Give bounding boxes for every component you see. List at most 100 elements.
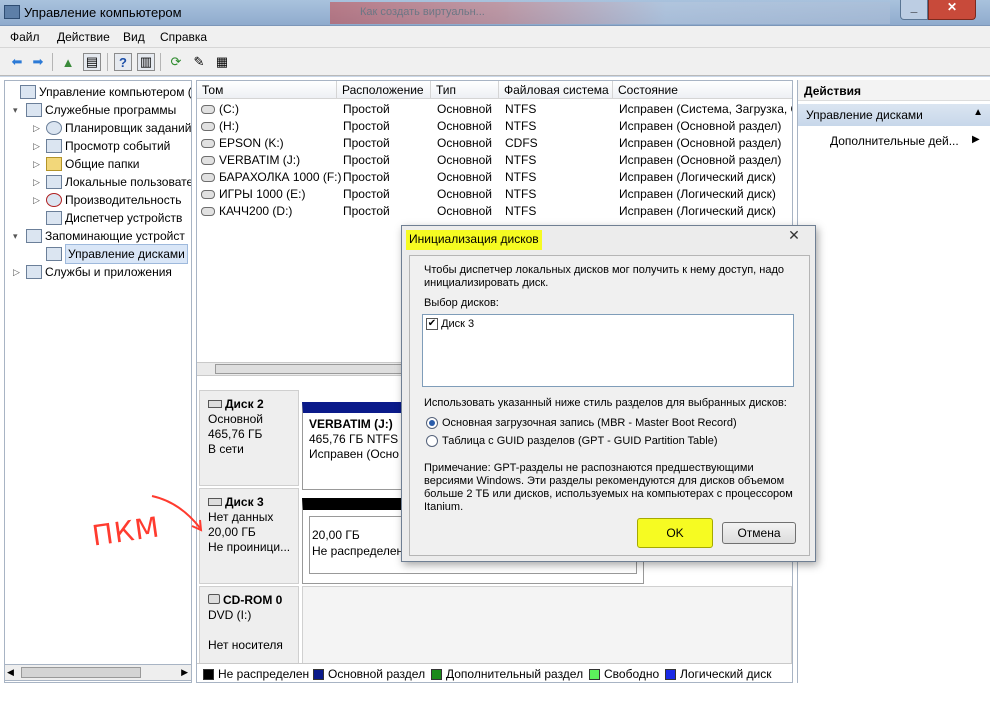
collapse-icon[interactable]: ▲: [973, 107, 983, 118]
ok-button[interactable]: OK: [637, 518, 713, 548]
drive-icon: [201, 190, 215, 199]
more-actions-item[interactable]: Дополнительные дей... ▶: [830, 134, 980, 148]
tree-horizontal-scrollbar[interactable]: ◀ ▶: [4, 664, 192, 681]
forward-arrow-icon[interactable]: ➡: [29, 53, 47, 71]
cdrom-area[interactable]: [302, 586, 792, 664]
refresh-icon[interactable]: ⟳: [167, 53, 185, 71]
tree-item-device-manager[interactable]: Диспетчер устройств: [33, 209, 182, 227]
disk-selection-list[interactable]: ✔ Диск 3: [422, 314, 794, 387]
volume-list-header: Том Расположение Тип Файловая система Со…: [197, 81, 792, 99]
export-icon[interactable]: ▦: [213, 53, 231, 71]
tree-item-performance[interactable]: ▷ Производительность: [33, 191, 181, 209]
volume-row[interactable]: КАЧЧ200 (D:) Простой Основной NTFS Испра…: [197, 203, 792, 220]
collapsed-icon[interactable]: ▷: [33, 173, 43, 191]
console-tree: Управление компьютером (л ▾ Служебные про…: [4, 80, 192, 683]
actions-group-disk-management[interactable]: Управление дисками ▲: [798, 104, 990, 126]
legend: Не распределен Основной раздел Дополните…: [197, 663, 792, 682]
clock-icon: [46, 121, 62, 135]
services-icon: [26, 265, 42, 279]
scroll-thumb[interactable]: [215, 364, 415, 374]
disk-3-header[interactable]: Диск 3 Нет данных 20,00 ГБ Не проиници..…: [199, 488, 299, 584]
disk-3-list-item[interactable]: ✔ Диск 3: [426, 318, 474, 331]
dialog-note: Примечание: GPT-разделы не распознаются …: [424, 462, 793, 513]
close-button[interactable]: ✕: [928, 0, 976, 20]
volume-row[interactable]: ИГРЫ 1000 (E:) Простой Основной NTFS Исп…: [197, 186, 792, 203]
tree-item-computer-management[interactable]: Управление компьютером (л: [7, 83, 191, 101]
volume-row[interactable]: VERBATIM (J:) Простой Основной NTFS Испр…: [197, 152, 792, 169]
col-filesystem[interactable]: Файловая система: [499, 81, 613, 99]
close-icon[interactable]: ✕: [779, 227, 809, 245]
col-status[interactable]: Состояние: [613, 81, 792, 99]
toolbar: ⬅ ➡ ▲ ▤ ? ▥ ⟳ ✎ ▦: [0, 48, 990, 76]
volume-row[interactable]: БАРАХОЛКА 1000 (F:) Простой Основной NTF…: [197, 169, 792, 186]
tree-item-local-users[interactable]: ▷ Локальные пользовате: [33, 173, 191, 191]
computer-icon: [20, 85, 36, 99]
tree-item-task-scheduler[interactable]: ▷ Планировщик заданий: [33, 119, 191, 137]
dialog-title: Инициализация дисков: [406, 230, 542, 250]
menu-bar: Файл Действие Вид Справка: [0, 26, 990, 48]
volume-row[interactable]: (H:) Простой Основной NTFS Исправен (Осн…: [197, 118, 792, 135]
tree-item-event-viewer[interactable]: ▷ Просмотр событий: [33, 137, 170, 155]
collapsed-icon[interactable]: ▷: [33, 191, 43, 209]
drive-icon: [201, 156, 215, 165]
drive-icon: [201, 105, 215, 114]
mbr-radio[interactable]: Основная загрузочная запись (MBR - Maste…: [426, 417, 737, 429]
menu-help[interactable]: Справка: [160, 30, 207, 44]
cdrom-header[interactable]: CD-ROM 0 DVD (I:) Нет носителя: [199, 586, 299, 664]
disk-2-header[interactable]: Диск 2 Основной 465,76 ГБ В сети: [199, 390, 299, 486]
collapsed-icon[interactable]: ▷: [33, 119, 43, 137]
col-volume[interactable]: Том: [197, 81, 337, 99]
window-titlebar: Управление компьютером Как создать вирту…: [0, 0, 990, 26]
computer-management-icon: [4, 5, 20, 19]
collapsed-icon[interactable]: ▷: [33, 155, 43, 173]
tree-item-shared-folders[interactable]: ▷ Общие папки: [33, 155, 139, 173]
menu-view[interactable]: Вид: [123, 30, 145, 44]
drive-icon: [201, 207, 215, 216]
initialize-disk-dialog: Инициализация дисков ✕ Чтобы диспетчер л…: [401, 225, 816, 562]
verbatim-partition[interactable]: VERBATIM (J:) 465,76 ГБ NTFS Исправен (О…: [302, 402, 406, 490]
properties-icon[interactable]: ✎: [190, 53, 208, 71]
legend-extended: Дополнительный раздел: [431, 667, 583, 681]
gpt-radio[interactable]: Таблица с GUID разделов (GPT - GUID Part…: [426, 435, 718, 447]
tools-icon: [26, 103, 42, 117]
tree-item-services-apps[interactable]: ▷ Службы и приложения: [13, 263, 172, 281]
actions-header: Действия: [798, 80, 990, 101]
cancel-button[interactable]: Отмена: [722, 522, 796, 544]
collapsed-icon[interactable]: ▷: [33, 137, 43, 155]
radio-selected-icon[interactable]: [426, 417, 438, 429]
disk-3-checkbox[interactable]: ✔: [426, 318, 438, 331]
tree-item-disk-management[interactable]: Управление дисками: [33, 244, 188, 264]
device-manager-icon: [46, 211, 62, 225]
scroll-thumb[interactable]: [21, 667, 141, 678]
show-hide-tree-icon[interactable]: ▤: [83, 53, 101, 71]
volume-row[interactable]: EPSON (K:) Простой Основной CDFS Исправе…: [197, 135, 792, 152]
collapsed-icon[interactable]: ▷: [13, 263, 23, 281]
scroll-left-icon[interactable]: ◀: [7, 667, 14, 678]
select-disks-label: Выбор дисков:: [424, 297, 499, 309]
radio-unselected-icon[interactable]: [426, 435, 438, 447]
volume-row[interactable]: (C:) Простой Основной NTFS Исправен (Сис…: [197, 101, 792, 118]
users-icon: [46, 175, 62, 189]
expanded-icon[interactable]: ▾: [13, 101, 23, 119]
scroll-right-icon[interactable]: ▶: [181, 667, 188, 678]
drive-icon: [201, 173, 215, 182]
menu-file[interactable]: Файл: [10, 30, 40, 44]
menu-action[interactable]: Действие: [57, 30, 110, 44]
expanded-icon[interactable]: ▾: [13, 227, 23, 245]
minimize-button[interactable]: _: [900, 0, 928, 20]
col-layout[interactable]: Расположение: [337, 81, 431, 99]
show-action-pane-icon[interactable]: ▥: [137, 53, 155, 71]
dialog-intro: Чтобы диспетчер локальных дисков мог пол…: [424, 264, 784, 289]
col-type[interactable]: Тип: [431, 81, 499, 99]
performance-icon: [46, 193, 62, 207]
legend-unallocated: Не распределен: [203, 667, 309, 681]
up-folder-icon[interactable]: ▲: [59, 53, 77, 71]
tree-item-system-tools[interactable]: ▾ Служебные программы: [13, 101, 176, 119]
drive-icon: [201, 122, 215, 131]
back-arrow-icon[interactable]: ⬅: [8, 53, 26, 71]
help-icon[interactable]: ?: [114, 53, 132, 71]
background-window-tab: Как создать виртуальн...: [330, 2, 890, 24]
tree-item-storage[interactable]: ▾ Запоминающие устройст: [13, 227, 185, 245]
disk-icon: [208, 400, 222, 408]
cdrom-icon: [208, 594, 220, 604]
